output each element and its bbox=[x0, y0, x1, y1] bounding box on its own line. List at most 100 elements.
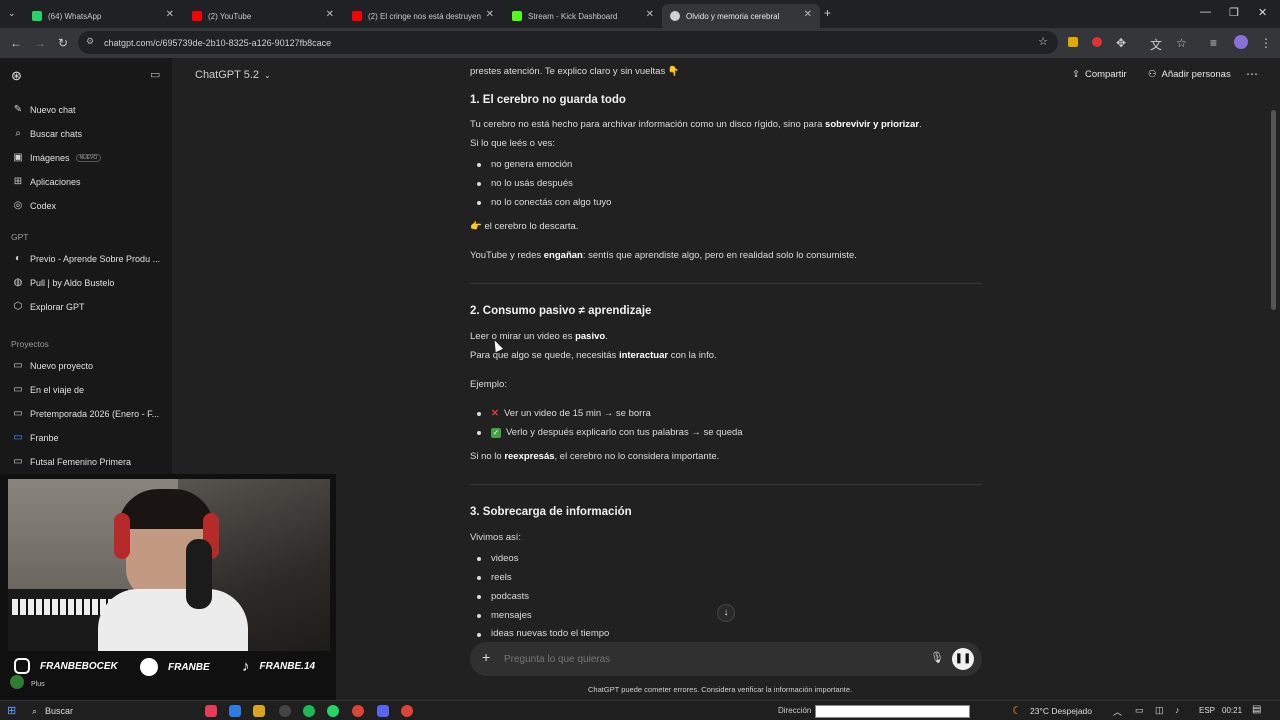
plus-icon[interactable]: + bbox=[482, 649, 490, 665]
sidebar-item-apps[interactable]: ⊞ Aplicaciones bbox=[12, 176, 81, 187]
bullet bbox=[477, 412, 481, 416]
sidebar-explore-gpts[interactable]: ⬡ Explorar GPT bbox=[12, 301, 85, 312]
sidebar-project[interactable]: ▭ Pretemporada 2026 (Enero - F... bbox=[12, 408, 159, 419]
person-add-icon: ⚇ bbox=[1148, 69, 1157, 80]
address-bar[interactable]: ⚙ chatgpt.com/c/695739de-2b10-8325-a126-… bbox=[78, 31, 1058, 54]
chat-main: ChatGPT 5.2 ⌄ ⇪ Compartir ⚇ Añadir perso… bbox=[172, 58, 1280, 700]
sidebar-project[interactable]: ▭ Futsal Femenino Primera bbox=[12, 456, 131, 467]
language-indicator[interactable]: ESP bbox=[1199, 706, 1215, 715]
tab-label: (2) YouTube bbox=[208, 11, 252, 21]
sidebar-item-label: Futsal Femenino Primera bbox=[30, 456, 132, 467]
bullet bbox=[477, 182, 481, 186]
tray-icon[interactable]: ▭ bbox=[1135, 705, 1144, 716]
extension-icon[interactable] bbox=[1092, 37, 1102, 47]
folder-app-icon[interactable] bbox=[253, 705, 265, 717]
sidebar-project[interactable]: ▭ En el viaje de bbox=[12, 384, 84, 395]
folder-icon: ▭ bbox=[13, 408, 23, 419]
sidebar-item-new-chat[interactable]: ✎ Nuevo chat bbox=[12, 104, 76, 115]
sidebar-item-label: Buscar chats bbox=[30, 128, 83, 139]
tab-youtube[interactable]: (2) YouTube ✕ bbox=[184, 4, 342, 28]
bookmark-star-icon[interactable]: ☆ bbox=[1038, 35, 1048, 48]
chrome-app-icon[interactable] bbox=[401, 705, 413, 717]
model-name: ChatGPT 5.2 bbox=[195, 69, 259, 81]
app-icon[interactable] bbox=[205, 705, 217, 717]
sidebar-project[interactable]: ▭ Franbe bbox=[12, 432, 59, 443]
sidebar-item-images[interactable]: ▣ Imágenes NUEVO bbox=[12, 152, 102, 163]
sidebar-gpt-previo[interactable]: ◐ Previo - Aprende Sobre Produ ... bbox=[12, 253, 160, 264]
scrollbar-thumb[interactable] bbox=[1271, 110, 1276, 310]
bullet bbox=[477, 163, 481, 167]
list-item: reels bbox=[491, 572, 512, 583]
whatsapp-app-icon[interactable] bbox=[327, 705, 339, 717]
app-icon[interactable] bbox=[279, 705, 291, 717]
cross-mark-icon: ✕ bbox=[491, 408, 499, 419]
text: . bbox=[919, 119, 922, 130]
favorites-icon[interactable]: ☆ bbox=[1176, 36, 1187, 50]
new-tab-icon[interactable]: + bbox=[824, 6, 831, 20]
bold-text: sobrevivir y priorizar bbox=[825, 119, 920, 130]
forward-icon[interactable]: → bbox=[34, 36, 46, 50]
close-icon[interactable]: ✕ bbox=[646, 9, 654, 20]
discord-app-icon[interactable] bbox=[377, 705, 389, 717]
divider bbox=[470, 283, 982, 284]
sidebar-item-label: Pretemporada 2026 (Enero - F... bbox=[30, 408, 160, 419]
image-icon: ▣ bbox=[13, 152, 23, 163]
notifications-icon[interactable]: ▤ bbox=[1252, 704, 1261, 715]
reload-icon[interactable]: ↻ bbox=[58, 36, 68, 50]
site-info-icon[interactable]: ⚙ bbox=[86, 36, 94, 47]
share-button[interactable]: ⇪ Compartir bbox=[1072, 69, 1127, 80]
sidebar-item-search[interactable]: ⌕ Buscar chats bbox=[12, 128, 82, 139]
tab-kick[interactable]: Stream - Kick Dashboard ✕ bbox=[504, 4, 662, 28]
voice-mode-button[interactable]: ❚❚ bbox=[952, 648, 974, 670]
volume-icon[interactable]: ♪ bbox=[1175, 705, 1180, 715]
restore-icon[interactable]: ❐ bbox=[1229, 6, 1239, 19]
tray-chevron-icon[interactable]: ︿ bbox=[1113, 705, 1122, 718]
sidebar-new-project[interactable]: ▭ Nuevo proyecto bbox=[12, 360, 93, 371]
close-icon[interactable]: ✕ bbox=[486, 9, 494, 20]
model-selector[interactable]: ChatGPT 5.2 ⌄ bbox=[195, 69, 271, 81]
sidebar-item-codex[interactable]: ◎ Codex bbox=[12, 200, 56, 211]
app-icon[interactable] bbox=[229, 705, 241, 717]
close-icon[interactable]: ✕ bbox=[166, 9, 174, 20]
clock[interactable]: 00:21 bbox=[1222, 706, 1242, 715]
list-item: ideas nuevas todo el tiempo bbox=[491, 628, 610, 639]
s2-paragraph-1: Leer o mirar un video es pasivo. bbox=[470, 331, 608, 342]
browser-tab-strip: ⌄ (64) WhatsApp ✕ (2) YouTube ✕ (2) El c… bbox=[0, 0, 1280, 28]
network-icon[interactable]: ◫ bbox=[1155, 705, 1164, 716]
extensions-puzzle-icon[interactable]: ✥ bbox=[1116, 36, 1126, 50]
explore-icon: ⬡ bbox=[13, 301, 23, 312]
add-people-button[interactable]: ⚇ Añadir personas bbox=[1148, 69, 1231, 80]
translate-icon[interactable]: 文 bbox=[1150, 36, 1162, 53]
taskbar-search[interactable]: ⌕ Buscar bbox=[26, 703, 176, 719]
codex-icon: ◎ bbox=[13, 200, 23, 211]
chrome-app-icon[interactable] bbox=[352, 705, 364, 717]
tab-search-icon[interactable]: ⌄ bbox=[8, 8, 16, 19]
close-icon[interactable]: ✕ bbox=[326, 9, 334, 20]
chatgpt-logo-icon[interactable]: ⊛ bbox=[11, 68, 22, 84]
media-icon[interactable]: ≡ bbox=[1210, 36, 1217, 50]
spotify-app-icon[interactable] bbox=[303, 705, 315, 717]
windows-start-icon[interactable]: ⊞ bbox=[7, 704, 16, 717]
menu-dots-icon[interactable]: ⋮ bbox=[1260, 36, 1272, 50]
tab-chatgpt[interactable]: Olvido y memoria cerebral ✕ bbox=[662, 4, 820, 28]
extension-icon[interactable] bbox=[1068, 37, 1078, 47]
close-icon[interactable]: ✕ bbox=[804, 9, 812, 20]
section-2-title: 2. Consumo pasivo ≠ aprendizaje bbox=[470, 305, 652, 317]
gpt-icon: ◐ bbox=[14, 253, 22, 264]
address-toolbar-input[interactable] bbox=[815, 705, 970, 718]
weather-text[interactable]: 23°C Despejado bbox=[1030, 706, 1092, 716]
more-options-icon[interactable]: ⋯ bbox=[1246, 67, 1258, 81]
tab-cringe[interactable]: (2) El cringe nos está destruyen ✕ bbox=[344, 4, 502, 28]
sidebar-toggle-icon[interactable]: ▭ bbox=[150, 68, 160, 81]
tab-whatsapp[interactable]: (64) WhatsApp ✕ bbox=[24, 4, 182, 28]
scroll-down-button[interactable]: ↓ bbox=[717, 604, 735, 622]
sidebar-gpt-pull[interactable]: ◍ Pull | by Aldo Bustelo bbox=[12, 277, 115, 288]
prompt-input[interactable] bbox=[504, 651, 904, 667]
sidebar-item-label: Franbe bbox=[30, 432, 59, 443]
profile-avatar[interactable] bbox=[1234, 35, 1248, 49]
microphone-icon[interactable]: 🎙 bbox=[930, 651, 944, 664]
user-avatar[interactable] bbox=[10, 675, 24, 689]
minimize-icon[interactable]: — bbox=[1200, 6, 1211, 18]
window-close-icon[interactable]: ✕ bbox=[1258, 6, 1267, 19]
back-icon[interactable]: ← bbox=[10, 36, 22, 50]
